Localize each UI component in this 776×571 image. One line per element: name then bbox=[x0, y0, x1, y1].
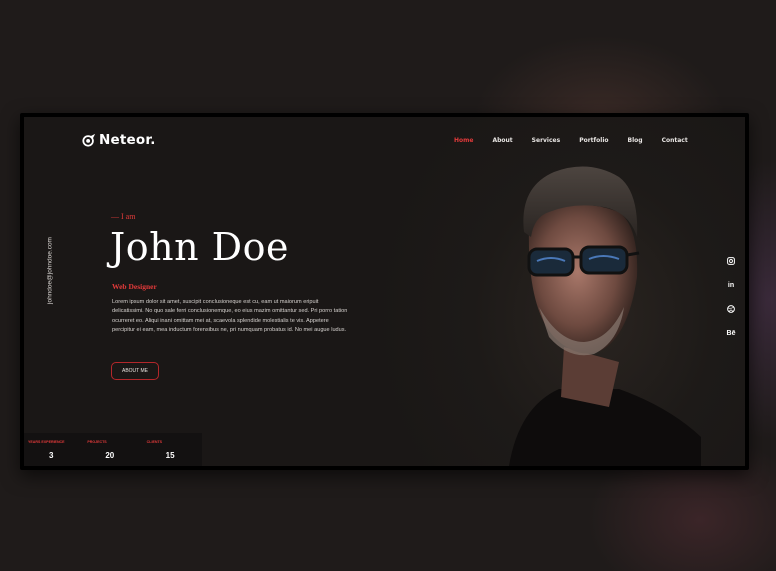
nav-item-blog[interactable]: Blog bbox=[628, 137, 643, 144]
main-nav: Home About Services Portfolio Blog Conta… bbox=[454, 137, 707, 144]
about-me-button[interactable]: ABOUT ME bbox=[111, 362, 159, 380]
stat-value: 3 bbox=[49, 451, 54, 460]
behance-icon[interactable]: Bē bbox=[726, 328, 736, 338]
website-screen: Neteor. Home About Services Portfolio Bl… bbox=[24, 117, 745, 466]
device-frame: Neteor. Home About Services Portfolio Bl… bbox=[20, 113, 749, 470]
nav-item-home[interactable]: Home bbox=[454, 137, 473, 144]
social-links: in Bē bbox=[726, 256, 736, 338]
email-link[interactable]: johndoe@johndoe.com bbox=[47, 231, 54, 311]
stat-label: CLIENTS bbox=[146, 440, 163, 444]
dribbble-icon[interactable] bbox=[726, 304, 736, 314]
stat-value: 20 bbox=[105, 451, 115, 460]
portrait-photo bbox=[509, 166, 701, 466]
stat-years: YEARS EXPERIENCE 3 bbox=[24, 433, 83, 466]
nav-item-contact[interactable]: Contact bbox=[662, 137, 688, 144]
nav-item-portfolio[interactable]: Portfolio bbox=[579, 137, 608, 144]
comet-logo-icon bbox=[82, 133, 96, 147]
nav-item-about[interactable]: About bbox=[492, 137, 512, 144]
stat-value: 15 bbox=[165, 451, 175, 460]
stat-projects: PROJECTS 20 bbox=[83, 433, 142, 466]
linkedin-icon[interactable]: in bbox=[726, 280, 736, 290]
stat-clients: CLIENTS 15 bbox=[143, 433, 202, 466]
instagram-icon[interactable] bbox=[726, 256, 736, 266]
hero-name: John Doe bbox=[110, 225, 289, 269]
hero-bio: Lorem ipsum dolor sit amet, suscipit con… bbox=[112, 299, 348, 333]
hero-role: Web Designer bbox=[112, 282, 157, 291]
nav-item-services[interactable]: Services bbox=[532, 137, 561, 144]
intro-text: — I am bbox=[111, 212, 136, 221]
brand-logo[interactable]: Neteor. bbox=[82, 132, 156, 148]
stat-label: YEARS EXPERIENCE bbox=[28, 440, 65, 444]
stat-label: PROJECTS bbox=[87, 440, 107, 444]
brand-name: Neteor. bbox=[99, 132, 156, 148]
stats-bar: YEARS EXPERIENCE 3 PROJECTS 20 CLIENTS 1… bbox=[24, 433, 202, 466]
